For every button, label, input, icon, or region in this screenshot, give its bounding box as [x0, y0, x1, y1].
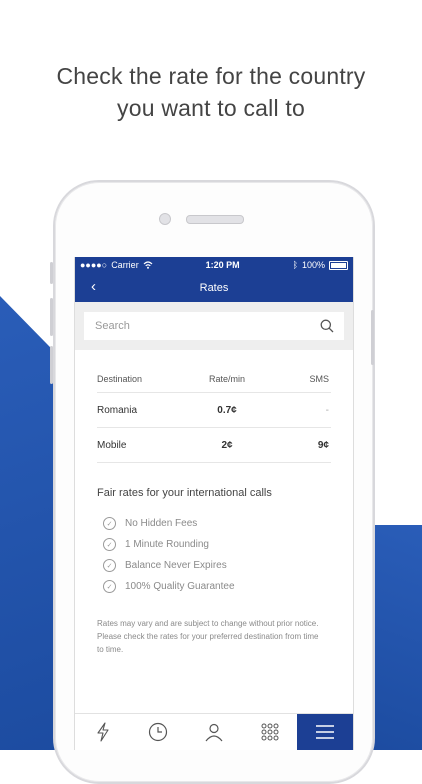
- row-rate: 2¢: [221, 439, 233, 451]
- battery-label: 100%: [301, 260, 325, 270]
- keypad-icon: [261, 723, 279, 741]
- headline: Check the rate for the country you want …: [0, 60, 422, 124]
- headline-line-1: Check the rate for the country: [56, 63, 366, 89]
- tab-bar: [75, 713, 353, 750]
- app-screen: ●●●●○ Carrier 1:20 PM ᛒ 100% ‹ Rates Sea…: [74, 257, 354, 750]
- header-destination: Destination: [97, 374, 143, 384]
- phone-volume-up: [50, 298, 53, 336]
- tab-keypad[interactable]: [242, 714, 298, 750]
- feature-label: No Hidden Fees: [125, 518, 198, 529]
- feature-label: 100% Quality Guarantee: [125, 581, 235, 592]
- status-time: 1:20 PM: [205, 260, 240, 270]
- check-circle-icon: ✓: [103, 559, 116, 572]
- check-circle-icon: ✓: [103, 517, 116, 530]
- signal-icon: ●●●●○: [80, 260, 108, 270]
- headline-line-2: you want to call to: [117, 95, 305, 121]
- search-container: Search: [75, 302, 353, 350]
- check-circle-icon: ✓: [103, 538, 116, 551]
- table-row[interactable]: Mobile 2¢ 9¢: [97, 428, 331, 463]
- search-placeholder: Search: [95, 320, 130, 332]
- header-sms: SMS: [309, 374, 329, 384]
- feature-label: 1 Minute Rounding: [125, 539, 209, 550]
- rates-table: Destination Rate/min SMS Romania 0.7¢ - …: [97, 366, 331, 463]
- list-item: ✓ 1 Minute Rounding: [103, 534, 325, 555]
- table-row[interactable]: Romania 0.7¢ -: [97, 393, 331, 428]
- disclaimer-note: Rates may vary and are subject to change…: [97, 617, 331, 656]
- check-circle-icon: ✓: [103, 580, 116, 593]
- back-chevron-icon[interactable]: ‹: [91, 278, 96, 295]
- lightning-icon: [97, 722, 109, 742]
- tab-contacts[interactable]: [186, 714, 242, 750]
- bluetooth-icon: ᛒ: [292, 260, 298, 270]
- features-title: Fair rates for your international calls: [97, 487, 272, 499]
- search-icon[interactable]: [320, 319, 334, 333]
- tab-quick[interactable]: [75, 714, 131, 750]
- battery-icon: [329, 260, 348, 270]
- phone-volume-down: [50, 346, 53, 384]
- search-input[interactable]: Search: [84, 312, 344, 340]
- row-sms: 9¢: [317, 439, 329, 451]
- contact-icon: [205, 723, 223, 742]
- nav-bar: ‹ Rates: [75, 273, 353, 302]
- wifi-icon: [143, 261, 153, 269]
- row-rate: 0.7¢: [217, 404, 237, 416]
- row-destination: Mobile: [97, 439, 127, 451]
- phone-side-button: [50, 262, 53, 284]
- tab-recents[interactable]: [131, 714, 187, 750]
- list-item: ✓ 100% Quality Guarantee: [103, 576, 325, 597]
- header-rate: Rate/min: [208, 374, 245, 384]
- feature-label: Balance Never Expires: [125, 560, 227, 571]
- status-bar: ●●●●○ Carrier 1:20 PM ᛒ 100%: [75, 257, 353, 273]
- note-line-2: Please check the rates for your preferre…: [97, 632, 319, 641]
- row-sms: -: [325, 404, 329, 416]
- menu-icon: [316, 725, 335, 739]
- carrier-label: Carrier: [111, 260, 139, 270]
- rates-table-header: Destination Rate/min SMS: [97, 366, 331, 393]
- phone-power-button: [371, 310, 374, 365]
- note-line-3: to time.: [97, 645, 124, 654]
- camera-icon: [159, 213, 171, 225]
- speaker-grille: [186, 215, 244, 224]
- tab-menu[interactable]: [297, 714, 353, 750]
- features-list: ✓ No Hidden Fees ✓ 1 Minute Rounding ✓ B…: [103, 513, 325, 597]
- note-line-1: Rates may vary and are subject to change…: [97, 619, 319, 628]
- page-title: Rates: [199, 281, 229, 294]
- clock-icon: [149, 722, 168, 742]
- row-destination: Romania: [97, 404, 138, 416]
- list-item: ✓ No Hidden Fees: [103, 513, 325, 534]
- list-item: ✓ Balance Never Expires: [103, 555, 325, 576]
